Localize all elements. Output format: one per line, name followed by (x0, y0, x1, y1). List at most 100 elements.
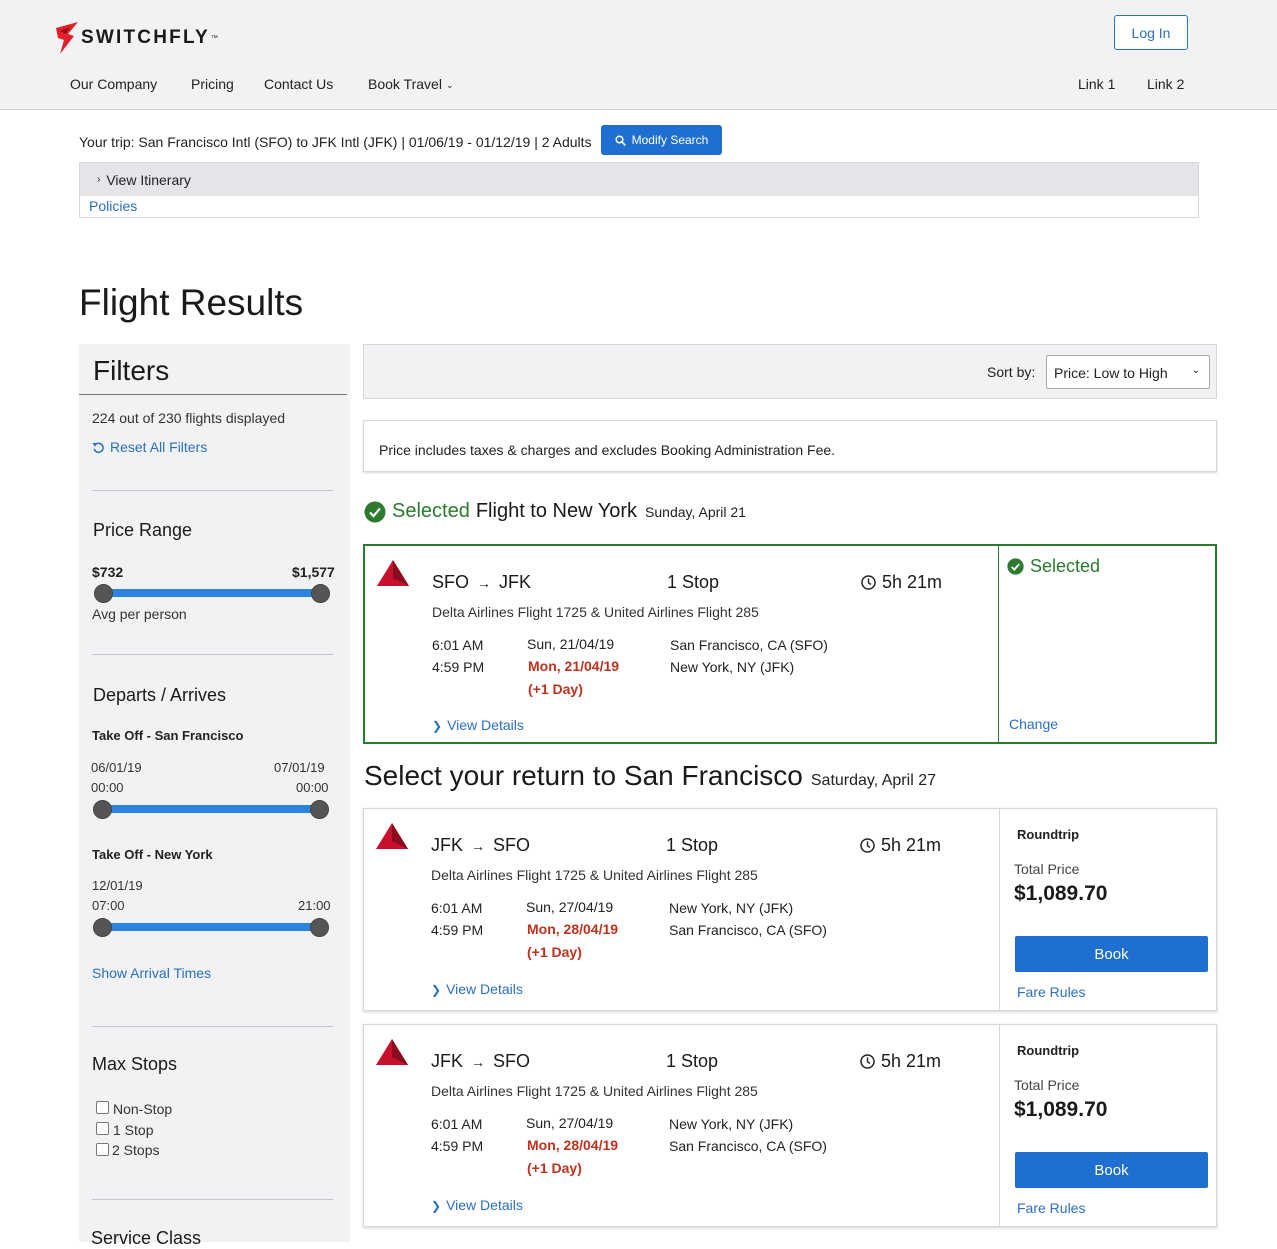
selected-flight-heading: Selected Flight to New York Sunday, Apri… (364, 500, 746, 523)
sf-time-slider-max-handle[interactable] (310, 800, 329, 819)
one-stop-label: 1 Stop (113, 1122, 154, 1138)
sf-time-slider-min-handle[interactable] (93, 800, 112, 819)
view-itinerary-label: View Itinerary (106, 171, 191, 188)
departure-date: Sun, 27/04/19 (526, 1115, 614, 1131)
carriers: Delta Airlines Flight 1725 & United Airl… (431, 867, 758, 883)
arrival-time: 4:59 PM (431, 1138, 484, 1154)
arrival-date: Mon, 28/04/19 (527, 1137, 619, 1153)
itinerary-panel: › View Itinerary Policies (79, 162, 1199, 218)
sort-select-value: Price: Low to High (1054, 365, 1168, 381)
price-slider-track[interactable] (103, 589, 321, 597)
delta-logo-icon (376, 1039, 408, 1065)
two-stops-label: 2 Stops (112, 1142, 160, 1158)
price-notice: Price includes taxes & charges and exclu… (363, 420, 1217, 472)
sf-time-to: 00:00 (296, 780, 329, 795)
arrival-date: Mon, 21/04/19 (528, 658, 620, 674)
nav-pricing[interactable]: Pricing (191, 76, 234, 92)
check-circle-icon (364, 501, 386, 522)
nav-book-travel-label: Book Travel (368, 76, 442, 92)
arrow-right-icon: → (471, 1053, 486, 1070)
ny-time-from: 07:00 (92, 898, 125, 913)
price-note: Avg per person (92, 606, 187, 622)
non-stop-checkbox[interactable] (96, 1101, 109, 1114)
selected-status: Selected (1007, 556, 1100, 577)
sort-label: Sort by: (987, 364, 1036, 380)
divider (92, 490, 333, 491)
show-arrival-times-link[interactable]: Show Arrival Times (92, 965, 211, 981)
return-heading: Select your return to San Francisco Satu… (364, 760, 936, 792)
reset-icon (92, 442, 104, 453)
ny-time-slider-max-handle[interactable] (310, 918, 329, 937)
nav-link-1[interactable]: Link 1 (1078, 76, 1115, 92)
book-button[interactable]: Book (1015, 1152, 1208, 1188)
delta-logo-icon (376, 823, 408, 849)
trip-type-label: Roundtrip (1017, 827, 1080, 842)
reset-all-filters-link[interactable]: Reset All Filters (92, 439, 207, 455)
flight-duration: 5h 21m (860, 835, 941, 856)
stops-count: 1 Stop (666, 835, 719, 855)
return-title: Select your return to San Francisco (364, 760, 803, 791)
departure-city: San Francisco, CA (SFO) (670, 637, 828, 653)
chevron-right-icon: ❯ (432, 719, 443, 733)
one-stop-checkbox[interactable] (96, 1122, 109, 1135)
fare-rules-link[interactable]: Fare Rules (1017, 984, 1085, 1000)
destination-code: SFO (493, 835, 531, 855)
plus-one-day: (+1 Day) (527, 1160, 582, 1176)
check-circle-icon (1007, 558, 1024, 575)
arrival-date: Mon, 28/04/19 (527, 921, 619, 937)
total-price: $1,089.70 (1014, 882, 1108, 905)
book-button[interactable]: Book (1015, 936, 1208, 972)
modify-search-button[interactable]: Modify Search (601, 125, 722, 155)
log-in-button[interactable]: Log In (1114, 15, 1188, 50)
ny-time-slider-min-handle[interactable] (93, 918, 112, 937)
sf-takeoff-label: Take Off - San Francisco (92, 728, 244, 743)
selected-word: Selected (392, 500, 470, 522)
view-details-link[interactable]: ❯ View Details (431, 1197, 523, 1213)
duration-value: 5h 21m (881, 1051, 942, 1071)
origin-code: SFO (432, 572, 470, 592)
clock-icon (860, 838, 875, 853)
nav-contact-us[interactable]: Contact Us (264, 76, 333, 92)
reset-all-filters-label: Reset All Filters (110, 439, 208, 455)
logo-wordmark: SWITCHFLY (81, 27, 210, 48)
price-slider-min-handle[interactable] (94, 584, 113, 603)
filters-title: Filters (93, 355, 170, 386)
change-flight-link[interactable]: Change (1009, 716, 1058, 732)
plus-one-day: (+1 Day) (528, 681, 583, 697)
price-slider-max-handle[interactable] (311, 584, 330, 603)
arrival-city: San Francisco, CA (SFO) (669, 922, 827, 938)
view-details-link[interactable]: ❯ View Details (431, 981, 523, 997)
nav-book-travel[interactable]: Book Travel ⌄ (368, 76, 453, 92)
view-details-link[interactable]: ❯ View Details (432, 717, 524, 733)
service-class-heading: Service Class (91, 1228, 202, 1248)
flight-route: JFK → SFO (431, 835, 530, 856)
ny-time-slider-track[interactable] (102, 923, 320, 931)
sort-bar: Sort by: Price: Low to High ⌄ (363, 344, 1217, 399)
modify-search-label: Modify Search (631, 133, 709, 147)
divider (92, 1199, 333, 1200)
nav-our-company[interactable]: Our Company (70, 76, 157, 92)
switchfly-logo-mark-icon (56, 22, 78, 54)
switchfly-logo[interactable]: SWITCHFLY ™ (56, 22, 218, 54)
carriers: Delta Airlines Flight 1725 & United Airl… (431, 1083, 758, 1099)
two-stops-checkbox[interactable] (96, 1143, 109, 1156)
duration-value: 5h 21m (881, 835, 942, 855)
view-details-label: View Details (446, 981, 523, 997)
chevron-down-icon: ⌄ (1191, 365, 1200, 376)
selected-status-label: Selected (1030, 556, 1101, 576)
sort-select[interactable]: Price: Low to High ⌄ (1046, 355, 1210, 389)
view-itinerary-toggle[interactable]: › View Itinerary (80, 163, 1198, 196)
fare-rules-link[interactable]: Fare Rules (1017, 1200, 1085, 1216)
departure-date: Sun, 21/04/19 (527, 636, 615, 652)
nav-link-2[interactable]: Link 2 (1147, 76, 1184, 92)
policies-link[interactable]: Policies (89, 198, 137, 214)
sf-time-slider-track[interactable] (102, 805, 320, 813)
selected-flight-card: SFO → JFK 1 Stop 5h 21m Delta Airlines F… (363, 544, 1217, 744)
clock-icon (861, 575, 876, 590)
sf-time-from: 00:00 (91, 780, 124, 795)
divider (92, 1026, 333, 1027)
sf-date-from: 06/01/19 (91, 760, 142, 775)
divider (999, 1025, 1000, 1226)
total-price-label: Total Price (1014, 861, 1080, 877)
trip-summary: Your trip: San Francisco Intl (SFO) to J… (79, 134, 592, 150)
